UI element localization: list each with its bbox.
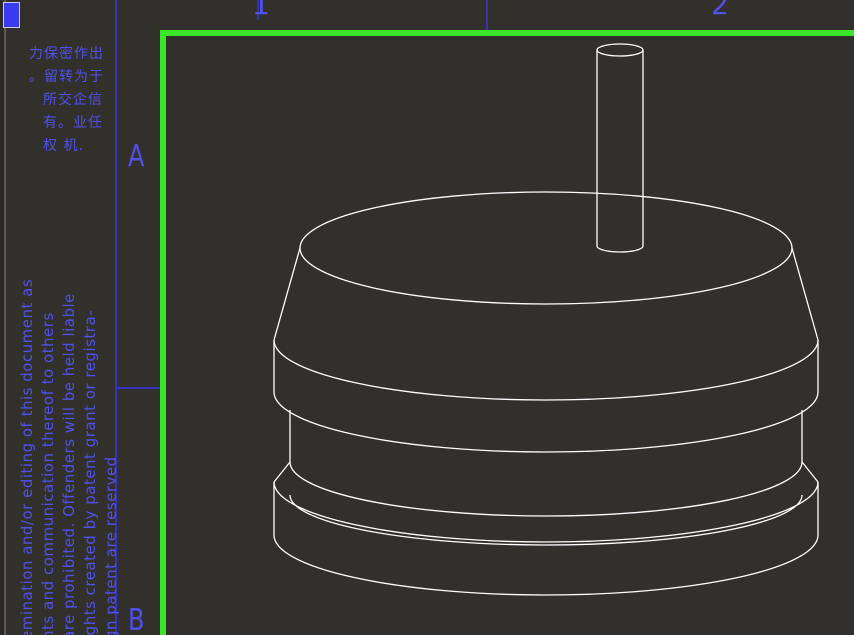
copyright-notice-line-3: are prohibited. Offenders will be held l… <box>60 293 78 635</box>
chamfer-base-arc <box>273 339 819 401</box>
left-margin-strip <box>0 0 5 635</box>
flange-inner-arc <box>289 494 803 546</box>
copyright-notice-line-2: nts and communication thereof to others <box>39 312 57 635</box>
drawing-sheet <box>0 0 854 635</box>
part-wireframe[interactable] <box>273 43 819 596</box>
chinese-notice-line-1: 力保密作出 <box>29 46 104 62</box>
upper-ring-base-arc <box>273 391 819 453</box>
zone-label-b: B <box>128 603 145 635</box>
middle-body-base-arc <box>289 461 803 517</box>
shaft-base-arc <box>596 245 644 253</box>
zone-number-1: 1 <box>252 0 270 21</box>
chinese-notice-line-4: 有。业任 <box>43 115 103 131</box>
flange-left-step <box>273 461 291 483</box>
chinese-notice-line-3: 所交企信 <box>43 92 103 108</box>
copyright-notice-line-5: gn patent are reserved <box>102 456 120 635</box>
top-face-ellipse <box>299 191 793 305</box>
copyright-notice-line-1: emination and/or editing of this documen… <box>18 278 36 635</box>
chinese-notice-line-5: 权 机. <box>43 138 84 154</box>
chamfer-right <box>791 247 819 341</box>
chamfer-left <box>273 247 301 341</box>
copyright-notice-line-4: ights created by patent grant or registr… <box>81 309 99 635</box>
sheet-corner-marker <box>3 2 20 28</box>
chinese-notice-line-2: 。留转为于 <box>29 69 104 85</box>
cad-drawing-viewport[interactable]: A B 1 2 力保密作出 。留转为于 所交企信 有。业任 权 机. emina… <box>0 0 854 635</box>
zone-label-a: A <box>128 139 145 174</box>
shaft-top-ellipse <box>596 43 644 57</box>
zone-number-2: 2 <box>711 0 729 21</box>
copyright-notice: emination and/or editing of this documen… <box>18 250 120 635</box>
flange-base-arc <box>273 534 819 596</box>
flange-top-arc <box>273 481 819 543</box>
flange-right-step <box>801 461 819 483</box>
